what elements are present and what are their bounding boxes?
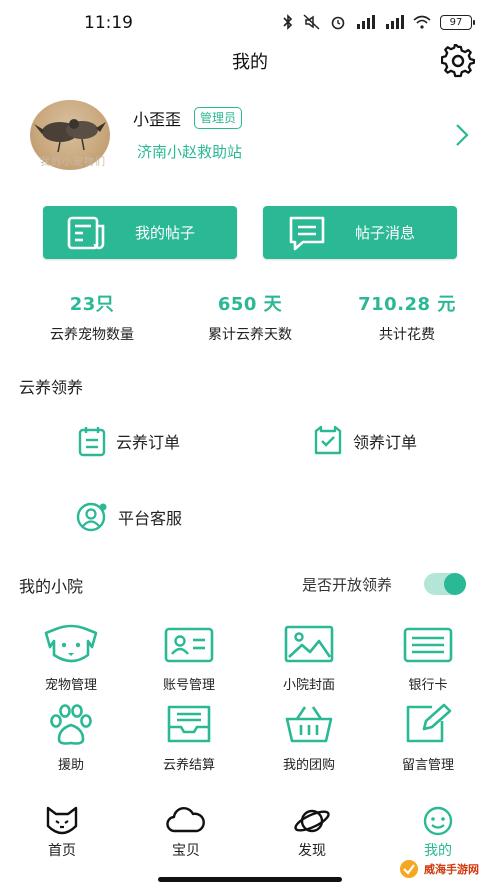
tab-babies[interactable]: 宝贝	[146, 806, 226, 860]
my-posts-button[interactable]: 我的帖子	[43, 206, 237, 259]
edit-note-icon	[406, 703, 452, 743]
post-messages-label: 帖子消息	[355, 224, 416, 242]
section-title-cloud-adopt: 云养领养	[19, 378, 84, 397]
cloud-icon	[166, 807, 205, 833]
planet-icon	[294, 809, 330, 833]
customer-service-item[interactable]: 平台客服	[75, 501, 182, 533]
avatar-caption: 我的小宠物们	[40, 157, 106, 168]
adopt-orders-label: 领养订单	[353, 433, 418, 452]
alarm-icon	[331, 16, 345, 30]
chevron-right-icon[interactable]	[452, 122, 472, 148]
tab-discover[interactable]: 发现	[272, 806, 352, 860]
cat-order-icon	[314, 425, 342, 455]
status-time: 11:19	[84, 13, 133, 33]
grid-label: 银行卡	[408, 678, 448, 693]
adopt-orders-item[interactable]: 领养订单	[312, 425, 417, 457]
basket-icon	[285, 706, 333, 743]
inbox-tray-icon	[167, 705, 211, 743]
stat-label: 云养宠物数量	[50, 327, 134, 343]
grid-pet-management[interactable]: 宠物管理	[11, 623, 131, 693]
signal-hd-icon	[357, 15, 375, 29]
role-badge: 管理员	[194, 107, 243, 129]
stat-value: 710.28 元	[358, 294, 456, 315]
grid-group-buy[interactable]: 我的团购	[249, 703, 369, 773]
grid-bank-card[interactable]: 银行卡	[368, 623, 488, 693]
wifi-icon	[413, 15, 431, 29]
stat-value: 23只	[69, 294, 115, 315]
stat-days: 650 天 累计云养天数	[170, 290, 330, 344]
post-messages-button[interactable]: 帖子消息	[263, 206, 457, 259]
mute-icon	[303, 14, 320, 30]
stat-label: 共计花费	[379, 327, 435, 343]
stat-value: 650 天	[217, 294, 283, 315]
battery-indicator: 97	[440, 14, 475, 30]
bluetooth-icon	[283, 14, 293, 30]
dog-face-icon	[44, 624, 98, 663]
username: 小歪歪	[133, 110, 182, 129]
clipboard-icon	[78, 427, 106, 457]
grid-cloud-settlement[interactable]: 云养结算	[129, 703, 249, 773]
grid-label: 小院封面	[282, 678, 335, 693]
home-indicator	[158, 877, 342, 882]
open-adoption-toggle[interactable]	[424, 573, 466, 595]
my-posts-label: 我的帖子	[135, 224, 196, 242]
cloud-orders-label: 云养订单	[116, 433, 181, 452]
grid-account-management[interactable]: 账号管理	[129, 623, 249, 693]
grid-label: 援助	[57, 758, 84, 773]
grid-label: 宠物管理	[44, 678, 97, 693]
id-card-icon	[164, 627, 214, 663]
bank-card-icon	[403, 627, 453, 663]
settings-gear-icon[interactable]	[441, 44, 475, 78]
tab-home[interactable]: 首页	[22, 806, 102, 860]
grid-yard-cover[interactable]: 小院封面	[249, 623, 369, 693]
paw-icon	[50, 704, 92, 745]
status-bar: 11:19 97	[0, 0, 500, 44]
support-agent-icon	[76, 502, 107, 532]
cloud-orders-item[interactable]: 云养订单	[77, 425, 180, 457]
tab-label: 首页	[48, 843, 76, 859]
image-icon	[284, 625, 334, 663]
station-name: 济南小赵救助站	[137, 143, 243, 161]
smiley-icon	[423, 806, 453, 836]
grid-label: 云养结算	[162, 758, 215, 773]
stat-cost: 710.28 元 共计花费	[327, 290, 487, 344]
cat-face-icon	[46, 806, 78, 835]
stat-label: 累计云养天数	[208, 327, 292, 343]
grid-assistance[interactable]: 援助	[11, 703, 131, 773]
tab-label: 发现	[298, 843, 326, 859]
grid-message-management[interactable]: 留言管理	[368, 703, 488, 773]
toggle-knob	[444, 573, 466, 595]
newspaper-icon	[67, 216, 105, 249]
grid-label: 留言管理	[401, 758, 454, 773]
page-title: 我的	[232, 52, 268, 73]
message-icon	[289, 216, 325, 250]
section-title-my-yard: 我的小院	[19, 577, 84, 596]
signal-hd-2-icon	[386, 15, 404, 29]
customer-service-label: 平台客服	[118, 509, 183, 528]
open-adoption-label: 是否开放领养	[302, 576, 393, 594]
watermark-text: 威海手游网	[424, 862, 479, 876]
stat-pet-count: 23只 云养宠物数量	[12, 290, 172, 344]
status-icons: 97	[282, 14, 475, 30]
grid-label: 账号管理	[162, 678, 215, 693]
watermark-logo-icon	[400, 859, 418, 878]
watermark: 威海手游网	[398, 848, 500, 889]
tab-label: 宝贝	[172, 843, 200, 859]
grid-label: 我的团购	[282, 758, 335, 773]
